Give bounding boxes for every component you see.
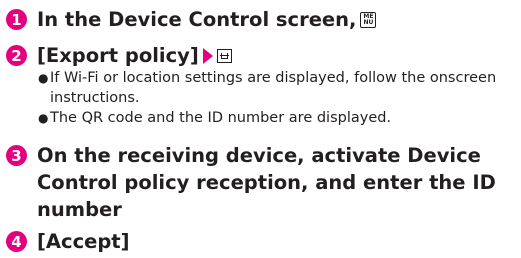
bullet-icon: ● [38, 111, 49, 125]
note-text: The QR code and the ID number are displa… [50, 110, 392, 126]
step-number: 4 [6, 231, 27, 252]
step-2-text: [Export policy] [37, 44, 199, 67]
softkey-icon [216, 49, 232, 63]
step-4: 4 [Accept] [6, 228, 130, 255]
step-1: 1 In the Device Control screen, ME NU [6, 6, 377, 33]
list-item: ● If Wi-Fi or location settings are disp… [38, 68, 516, 108]
step-number: 2 [6, 45, 27, 66]
note-text: If Wi-Fi or location settings are displa… [50, 70, 497, 106]
step-3: 3 On the receiving device, activate Devi… [6, 142, 511, 223]
step-number: 3 [6, 145, 27, 166]
bullet-icon: ● [38, 71, 49, 85]
menu-key-bottom: NU [363, 19, 374, 26]
step-2: 2 [Export policy] [6, 42, 232, 69]
step-text: On the receiving device, activate Device… [37, 144, 496, 221]
list-item: ● The QR code and the ID number are disp… [38, 108, 516, 128]
step-text: In the Device Control screen, ME NU [37, 6, 377, 33]
step-number: 1 [6, 9, 27, 30]
step-1-text: In the Device Control screen, [37, 8, 357, 31]
step-2-notes: ● If Wi-Fi or location settings are disp… [38, 68, 516, 128]
right-triangle-icon [202, 48, 213, 64]
menu-key-icon: ME NU [360, 12, 377, 28]
step-text: [Accept] [37, 230, 130, 253]
step-text: [Export policy] [37, 42, 232, 69]
